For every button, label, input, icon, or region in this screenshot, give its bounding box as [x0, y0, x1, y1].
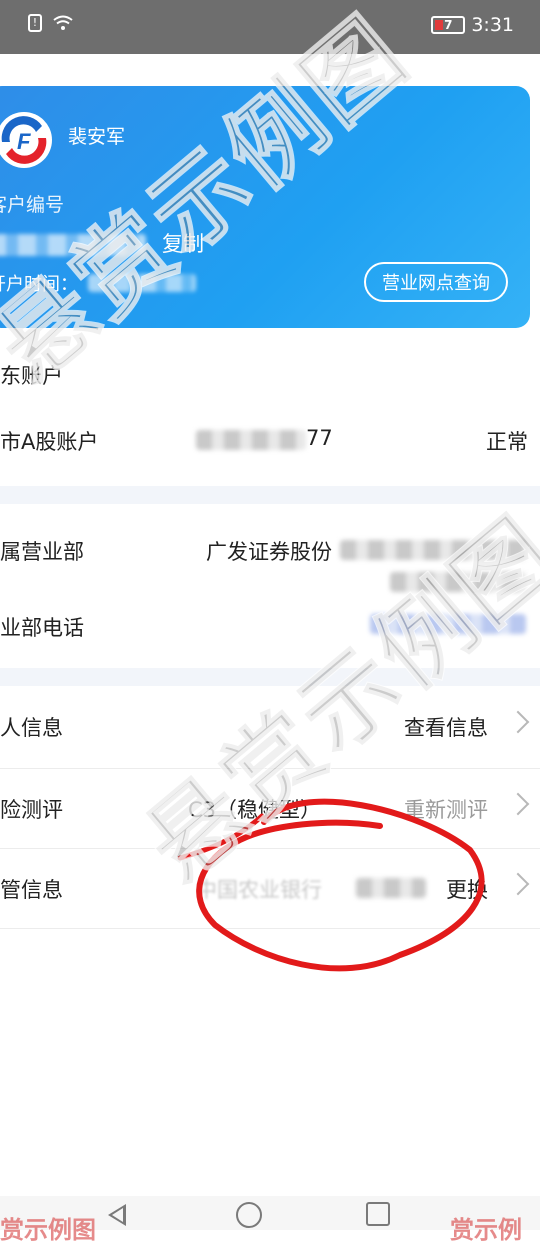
status-right: 7 3:31 — [431, 14, 514, 36]
chevron-right-icon — [506, 792, 530, 816]
change-bank-link[interactable]: 更换 — [446, 874, 488, 904]
battery-level: 7 — [444, 18, 453, 32]
svg-text:F: F — [17, 129, 31, 154]
section-gap — [0, 486, 540, 504]
watermark-bottom-right: 赏示例 — [450, 1216, 522, 1244]
personal-info-label: 人信息 — [0, 716, 63, 740]
branch-value: 广发证券股份 — [206, 540, 332, 564]
account-no-redacted — [196, 430, 306, 450]
account-holder-name: 裴安军 — [68, 126, 126, 148]
custody-info-row[interactable]: 管信息 中国农业银行 更换 — [0, 848, 540, 928]
battery-icon: 7 — [431, 16, 466, 34]
customer-no-label: 客户编号 — [0, 194, 65, 216]
custody-info-label: 管信息 — [0, 878, 63, 902]
branch-query-button[interactable]: 营业网点查询 — [364, 262, 508, 302]
divider — [0, 928, 540, 929]
chevron-right-icon — [506, 872, 530, 896]
nav-back-icon[interactable] — [108, 1204, 126, 1226]
status-time: 3:31 — [471, 14, 514, 36]
account-status: 正常 — [486, 430, 528, 454]
account-no-suffix: 77 — [306, 426, 333, 450]
chevron-right-icon — [506, 710, 530, 734]
status-left: ! — [28, 14, 74, 32]
nav-recent-icon[interactable] — [366, 1202, 390, 1226]
risk-assessment-label: 险测评 — [0, 798, 63, 822]
custody-account-redacted — [356, 878, 426, 898]
a-share-account-label: 市A股账户 — [0, 430, 99, 454]
notification-icon: ! — [28, 14, 42, 32]
a-share-account-row[interactable]: 市A股账户 77 正常 — [0, 400, 540, 480]
branch-label: 属营业部 — [0, 540, 84, 564]
reassess-link[interactable]: 重新测评 — [404, 794, 488, 824]
branch-phone-label: 业部电话 — [0, 616, 84, 640]
nav-home-icon[interactable] — [236, 1202, 262, 1228]
watermark-bottom-left: 赏示例图 — [0, 1216, 96, 1244]
wifi-icon — [53, 15, 73, 30]
gf-logo-icon: F — [0, 112, 52, 168]
